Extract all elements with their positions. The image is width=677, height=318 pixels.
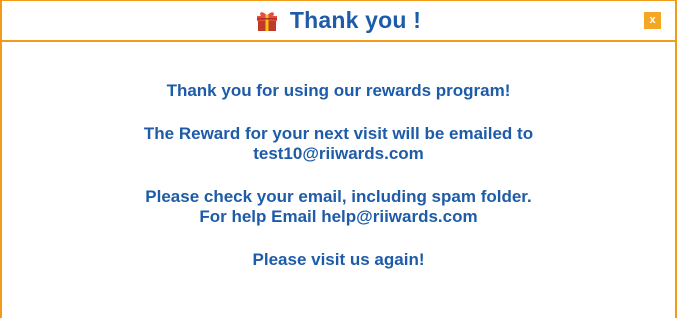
dialog-title: Thank you ! — [289, 7, 422, 33]
thanks-line: Thank you for using our rewards program! — [166, 81, 511, 100]
reward-line: The Reward for your next visit will be e… — [143, 124, 534, 143]
thanks-message: Thank you for using our rewards program! — [2, 81, 675, 101]
visit-again-line: Please visit us again! — [252, 250, 425, 269]
message-body: Thank you for using our rewards program!… — [2, 81, 675, 270]
reward-email: test10@riiwards.com — [253, 144, 424, 163]
title-wrap: Thank you ! — [2, 1, 675, 40]
thank-you-dialog: Thank you ! x Thank you for using our re… — [0, 0, 677, 318]
reward-message: The Reward for your next visit will be e… — [2, 124, 675, 164]
gift-icon — [256, 10, 278, 32]
visit-again-message: Please visit us again! — [2, 250, 675, 270]
close-button[interactable]: x — [644, 12, 661, 29]
check-email-line: Please check your email, including spam … — [145, 187, 532, 206]
check-email-message: Please check your email, including spam … — [2, 187, 675, 227]
help-email-line: For help Email help@riiwards.com — [199, 207, 478, 226]
dialog-titlebar: Thank you ! x — [2, 1, 675, 42]
